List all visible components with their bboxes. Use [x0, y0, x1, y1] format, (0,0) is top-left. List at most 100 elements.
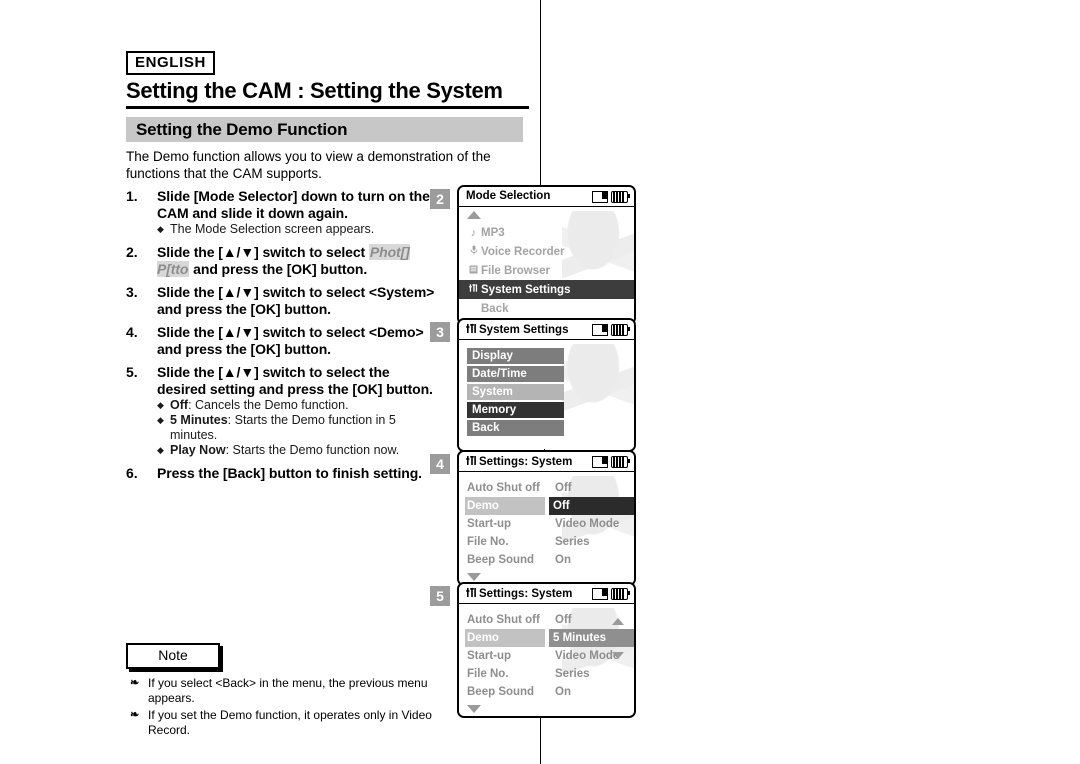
settings-table-row[interactable]: File No. Series — [459, 665, 634, 683]
settings-sliders-icon — [466, 456, 476, 465]
step-text: Slide the [▲/▼] switch to select Phot[] … — [157, 244, 436, 277]
settings-table-row[interactable]: Demo Off — [459, 497, 634, 515]
battery-icon — [611, 456, 630, 468]
step-number: 3. — [126, 284, 138, 300]
lcd-status-icons — [592, 456, 630, 468]
lcd-panel: Mode Selection ♪ MP3 Voice Recorder File Bro… — [457, 185, 636, 325]
lcd-title-bar: Settings: System — [459, 584, 634, 604]
step-number: 6. — [126, 465, 138, 481]
settings-row-value: Video Mode — [555, 518, 620, 530]
settings-row-label: Demo — [465, 629, 545, 647]
lcd-title-text: Settings: System — [466, 455, 572, 468]
step-sub-list: ◆ The Mode Selection screen appears. — [157, 222, 436, 237]
step-text: Slide the [▲/▼] switch to select the des… — [157, 364, 436, 397]
settings-row-label: File No. — [467, 536, 509, 548]
sub-item-term: 5 Minutes — [170, 413, 228, 427]
system-settings-item[interactable]: Memory — [467, 402, 564, 418]
note-list-english: ❧ If you select <Back> in the menu, the p… — [126, 676, 456, 740]
file-browser-icon — [466, 265, 481, 277]
settings-table-row[interactable]: File No. Series — [459, 533, 634, 551]
system-settings-item[interactable]: Display — [467, 348, 564, 364]
step-item: 3. Slide the [▲/▼] switch to select <Syst… — [126, 284, 436, 317]
step-reference-badge: 3 — [430, 322, 450, 342]
lcd-title-label: System Settings — [479, 324, 569, 336]
mode-list-item[interactable]: Back — [459, 299, 634, 318]
settings-row-label: Auto Shut off — [467, 482, 540, 494]
note-box-english: Note — [126, 643, 220, 669]
step-body: Slide [Mode Selector] down to turn on th… — [157, 188, 436, 237]
step-text: Slide the [▲/▼] switch to select <System… — [157, 284, 436, 317]
step-number: 2. — [126, 244, 138, 260]
settings-sliders-icon — [466, 283, 481, 296]
scroll-down-arrow-icon[interactable] — [467, 573, 481, 581]
settings-row-label: Beep Sound — [467, 686, 535, 698]
settings-row-value: Off — [549, 497, 634, 515]
settings-table-row[interactable]: Beep Sound On — [459, 551, 634, 569]
step-sub-item: ◆ Off: Cancels the Demo function. — [157, 398, 436, 413]
value-decrease-arrow-icon[interactable] — [612, 652, 624, 659]
sub-item-term: Play Now — [170, 443, 226, 457]
mode-list-item[interactable]: File Browser — [459, 261, 634, 280]
settings-table-row[interactable]: Beep Sound On — [459, 683, 634, 701]
settings-table-row[interactable]: Auto Shut off Off — [459, 479, 634, 497]
battery-icon — [611, 324, 630, 336]
step-body: Slide the [▲/▼] switch to select <System… — [157, 284, 436, 317]
sub-item-text: The Mode Selection screen appears. — [170, 222, 375, 236]
settings-table-row[interactable]: Demo 5 Minutes — [459, 629, 634, 647]
lcd-body: Auto Shut off Off Demo 5 Minutes Start-up Vid… — [459, 604, 634, 716]
system-settings-item[interactable]: System — [467, 384, 564, 400]
lcd-title-bar: System Settings — [459, 320, 634, 340]
diamond-bullet-icon: ◆ — [157, 400, 164, 410]
mode-list-item[interactable]: Voice Recorder — [459, 242, 634, 261]
step-text-part: Slide the [▲/▼] switch to select — [157, 244, 369, 260]
settings-row-value: Off — [555, 482, 572, 494]
lcd-title-label: Settings: System — [479, 456, 573, 468]
mode-selection-list: ♪ MP3 Voice Recorder File Browser System Set… — [459, 207, 634, 320]
settings-row-value: Series — [555, 668, 590, 680]
section-title-english: Setting the Demo Function — [136, 120, 348, 139]
mode-list-item[interactable]: ♪ MP3 — [459, 223, 634, 242]
step-text-part: and press the [OK] button. — [189, 260, 368, 277]
settings-row-label: File No. — [467, 668, 509, 680]
step-reference-badge: 5 — [430, 586, 450, 606]
step-item: 4. Slide the [▲/▼] switch to select <Demo… — [126, 324, 436, 357]
lcd-panel: Settings: System Auto Shut off Off Demo 5 Mi… — [457, 582, 636, 718]
lcd-panel: Settings: System Auto Shut off Off Demo Off S… — [457, 450, 636, 586]
lcd-body: Display Date/Time System Memory Back — [459, 340, 634, 450]
step-text-part: Slide [Mode Selector] down to turn on th… — [157, 188, 430, 221]
lcd-body: ♪ MP3 Voice Recorder File Browser System Set… — [459, 207, 634, 323]
step-text-part: Slide the [▲/▼] switch to select <Demo> … — [157, 324, 424, 357]
note-marker-icon: ❧ — [130, 709, 140, 721]
settings-table-row[interactable]: Auto Shut off Off — [459, 611, 634, 629]
step-text: Slide [Mode Selector] down to turn on th… — [157, 188, 436, 221]
value-increase-arrow-icon[interactable] — [612, 618, 624, 625]
settings-table-row[interactable]: Start-up Video Mode — [459, 647, 634, 665]
scroll-down-arrow-icon[interactable] — [467, 705, 481, 713]
note-text: If you set the Demo function, it operate… — [148, 708, 432, 737]
settings-sliders-icon — [466, 588, 476, 597]
system-settings-list: Display Date/Time System Memory Back — [459, 340, 634, 446]
settings-row-label: Beep Sound — [467, 554, 535, 566]
settings-table-row[interactable]: Start-up Video Mode — [459, 515, 634, 533]
step-text: Press the [Back] button to finish settin… — [157, 465, 436, 482]
mode-list-item-label: Back — [481, 302, 509, 315]
sub-item-text: : Starts the Demo function now. — [225, 443, 400, 457]
mode-list-item-label: System Settings — [481, 283, 571, 296]
system-settings-item[interactable]: Date/Time — [467, 366, 564, 382]
step-number: 5. — [126, 364, 138, 380]
lcd-title-label: Settings: System — [479, 588, 573, 600]
sub-item-text: : Cancels the Demo function. — [188, 398, 349, 412]
note-item: ❧ If you set the Demo function, it operat… — [126, 708, 456, 737]
mode-list-item[interactable]: System Settings — [459, 280, 634, 299]
settings-row-label: Demo — [465, 497, 545, 515]
mode-list-item-label: Voice Recorder — [481, 245, 565, 258]
sub-item-term: Off — [170, 398, 189, 412]
section-header-english: Setting the Demo Function — [126, 117, 523, 144]
system-settings-item[interactable]: Back — [467, 420, 564, 436]
mode-list-item-label: File Browser — [481, 264, 551, 277]
step-sub-item: ◆ 5 Minutes: Starts the Demo function in … — [157, 413, 436, 443]
step-text: Slide the [▲/▼] switch to select <Demo> … — [157, 324, 436, 357]
diamond-bullet-icon: ◆ — [157, 224, 164, 234]
lcd-status-icons — [592, 324, 630, 336]
intro-paragraph-english: The Demo function allows you to view a d… — [126, 149, 491, 181]
